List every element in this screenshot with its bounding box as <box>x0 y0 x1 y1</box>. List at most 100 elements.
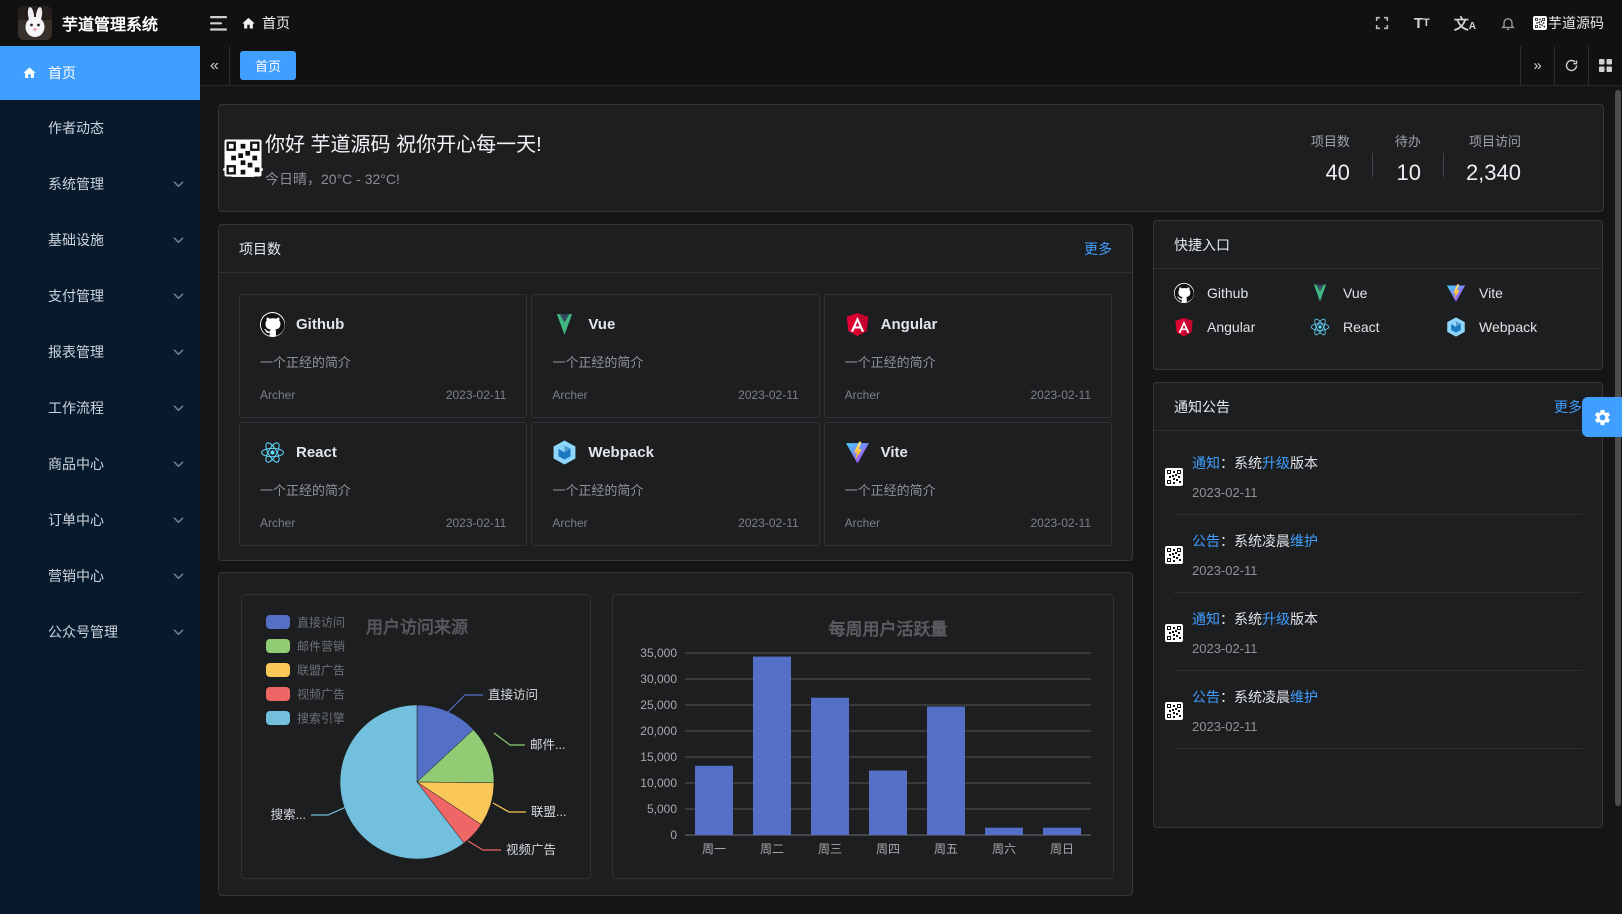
fullscreen-icon[interactable] <box>1374 15 1390 31</box>
main-content: 你好 芋道源码 祝你开心每一天! 今日晴，20°C - 32°C! 项目数40待… <box>200 86 1622 914</box>
user-menu[interactable]: 芋道源码 <box>1540 13 1604 33</box>
sidebar-item-4[interactable]: 支付管理 <box>0 268 200 324</box>
project-card-react[interactable]: React一个正经的简介Archer2023-02-11 <box>239 422 527 546</box>
project-card-angular[interactable]: Angular一个正经的简介Archer2023-02-11 <box>824 294 1112 418</box>
notice-title: 通知：系统升级版本 <box>1192 609 1318 629</box>
sidebar-item-2[interactable]: 系统管理 <box>0 156 200 212</box>
bar-chart-weekly-active[interactable]: 每周用户活跃量05,00010,00015,00020,00025,00030,… <box>612 594 1114 879</box>
logo-area[interactable]: 芋道管理系统 <box>0 6 200 40</box>
chevron-down-icon <box>173 405 184 412</box>
notice-card-title: 通知公告 <box>1174 397 1230 417</box>
project-desc: 一个正经的简介 <box>845 352 1091 371</box>
project-card-vue[interactable]: Vue一个正经的简介Archer2023-02-11 <box>531 294 819 418</box>
tab-home[interactable]: 首页 <box>240 51 296 80</box>
github-icon <box>1174 283 1194 303</box>
notice-more-link[interactable]: 更多 <box>1554 397 1582 417</box>
svg-text:15,000: 15,000 <box>640 750 677 764</box>
settings-button[interactable] <box>1582 397 1622 437</box>
projects-more-link[interactable]: 更多 <box>1084 239 1112 259</box>
user-name: 芋道源码 <box>1548 13 1604 33</box>
font-size-icon[interactable]: TT <box>1414 15 1430 32</box>
project-desc: 一个正经的简介 <box>552 352 798 371</box>
sidebar-item-home[interactable]: 首页 <box>0 46 200 100</box>
svg-text:视频广告: 视频广告 <box>297 687 345 702</box>
sidebar-item-9[interactable]: 营销中心 <box>0 548 200 604</box>
svg-text:25,000: 25,000 <box>640 698 677 712</box>
projects-card-title: 项目数 <box>239 239 281 259</box>
svg-text:周五: 周五 <box>934 842 958 856</box>
quick-link-vite[interactable]: Vite <box>1446 283 1582 303</box>
sidebar-item-1[interactable]: 作者动态 <box>0 100 200 156</box>
stats-row: 项目数40 待办 10 项目访问 2,340 <box>1311 131 1579 186</box>
home-icon <box>22 66 37 81</box>
sidebar-item-label: 报表管理 <box>48 342 104 362</box>
stat-0: 项目数40 <box>1311 131 1350 186</box>
project-desc: 一个正经的简介 <box>845 480 1091 499</box>
sidebar-item-label: 商品中心 <box>48 454 104 474</box>
sidebar-item-8[interactable]: 订单中心 <box>0 492 200 548</box>
project-card-webpack[interactable]: Webpack一个正经的简介Archer2023-02-11 <box>531 422 819 546</box>
sidebar-item-5[interactable]: 报表管理 <box>0 324 200 380</box>
sidebar-item-7[interactable]: 商品中心 <box>0 436 200 492</box>
notice-item[interactable]: 通知：系统升级版本2023-02-11 <box>1174 593 1582 670</box>
project-desc: 一个正经的简介 <box>260 480 506 499</box>
project-card-github[interactable]: Github一个正经的简介Archer2023-02-11 <box>239 294 527 418</box>
webpack-icon <box>1446 317 1466 337</box>
quick-link-react[interactable]: React <box>1310 317 1446 337</box>
chevron-down-icon <box>173 181 184 188</box>
project-name: React <box>296 444 337 461</box>
svg-text:20,000: 20,000 <box>640 724 677 738</box>
language-icon[interactable]: 文A <box>1454 13 1476 34</box>
sidebar-item-label: 系统管理 <box>48 174 104 194</box>
svg-text:周日: 周日 <box>1050 842 1074 856</box>
page-scrollbar[interactable] <box>1615 90 1621 806</box>
tabs-collapse-left-icon[interactable]: « <box>200 46 230 86</box>
app-title: 芋道管理系统 <box>62 11 158 35</box>
notice-item[interactable]: 公告：系统凌晨维护2023-02-11 <box>1174 515 1582 592</box>
chevron-down-icon <box>173 461 184 468</box>
project-date: 2023-02-11 <box>738 388 799 402</box>
svg-text:周四: 周四 <box>876 842 900 856</box>
quick-link-vue[interactable]: Vue <box>1310 283 1446 303</box>
react-icon <box>1310 317 1330 337</box>
refresh-icon[interactable] <box>1554 46 1588 86</box>
app-logo-rabbit-image <box>18 6 52 40</box>
stat-label: 项目访问 <box>1469 131 1521 150</box>
quick-link-webpack[interactable]: Webpack <box>1446 317 1582 337</box>
stat-value: 10 <box>1396 160 1420 186</box>
sidebar-item-10[interactable]: 公众号管理 <box>0 604 200 660</box>
svg-text:用户访问来源: 用户访问来源 <box>366 617 468 637</box>
project-author: Archer <box>552 388 587 402</box>
menu-fold-icon[interactable] <box>210 16 227 31</box>
chevron-down-icon <box>173 237 184 244</box>
chevron-down-icon <box>173 517 184 524</box>
stat-1: 待办 10 <box>1395 131 1421 186</box>
vite-icon <box>845 440 870 465</box>
notice-item[interactable]: 公告：系统凌晨维护2023-02-11 <box>1174 671 1582 748</box>
notice-divider <box>1174 748 1582 749</box>
quick-link-angular[interactable]: Angular <box>1174 317 1310 337</box>
breadcrumb[interactable]: 首页 <box>241 13 290 33</box>
notice-date: 2023-02-11 <box>1192 719 1318 734</box>
stat-label: 待办 <box>1395 131 1421 150</box>
stat-value: 2,340 <box>1466 160 1521 186</box>
sidebar-item-6[interactable]: 工作流程 <box>0 380 200 436</box>
bell-icon[interactable] <box>1500 15 1516 32</box>
project-card-vite[interactable]: Vite一个正经的简介Archer2023-02-11 <box>824 422 1112 546</box>
project-date: 2023-02-11 <box>738 516 799 530</box>
projects-card: 项目数 更多 Github一个正经的简介Archer2023-02-11Vue一… <box>218 224 1133 561</box>
github-icon <box>260 312 285 337</box>
project-desc: 一个正经的简介 <box>260 352 506 371</box>
pie-chart-user-source[interactable]: 用户访问来源直接访问邮件营销联盟广告视频广告搜索引擎直接访问邮件...联盟...… <box>241 594 591 879</box>
tabs-expand-right-icon[interactable]: » <box>1520 46 1554 86</box>
quick-link-github[interactable]: Github <box>1174 283 1310 303</box>
project-date: 2023-02-11 <box>1031 388 1092 402</box>
chevron-down-icon <box>173 629 184 636</box>
svg-text:联盟广告: 联盟广告 <box>297 664 345 678</box>
angular-icon <box>1174 317 1194 337</box>
notice-item[interactable]: 通知：系统升级版本2023-02-11 <box>1174 437 1582 514</box>
sidebar-item-3[interactable]: 基础设施 <box>0 212 200 268</box>
svg-text:35,000: 35,000 <box>640 646 677 660</box>
tabs-grid-icon[interactable] <box>1588 46 1622 86</box>
svg-text:搜索引擎: 搜索引擎 <box>297 711 345 726</box>
